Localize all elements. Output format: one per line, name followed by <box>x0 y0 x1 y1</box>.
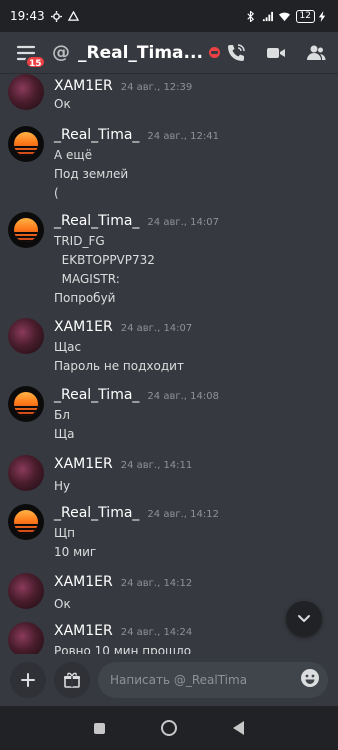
home-button[interactable] <box>161 720 177 736</box>
avatar[interactable] <box>8 212 44 248</box>
video-icon[interactable] <box>266 43 286 63</box>
message-text: Щп <box>54 526 75 540</box>
message-input-container <box>98 662 328 698</box>
channel-header: 15 @ _Real_Timа... <box>0 32 338 74</box>
message-author[interactable]: XAM1ER <box>54 319 113 335</box>
avatar[interactable] <box>8 126 44 162</box>
message-author[interactable]: _Real_Tima_ <box>54 213 139 229</box>
page-title[interactable]: _Real_Timа... <box>78 43 203 63</box>
status-bar: 19:43 12 <box>0 0 338 32</box>
sunset-avatar-image <box>14 510 38 534</box>
message-timestamp: 24 авг., 12:41 <box>147 131 219 142</box>
message-list[interactable]: XAM1ER 24 авг., 12:39 Ок _Real_Tima_ 24 … <box>0 74 338 654</box>
recent-apps-button[interactable] <box>94 722 105 734</box>
avatar[interactable] <box>8 386 44 422</box>
back-button[interactable] <box>233 721 244 735</box>
sunset-avatar-image <box>14 218 38 242</box>
gift-icon <box>64 672 80 688</box>
avatar[interactable] <box>8 455 44 491</box>
message-text: А ещё <box>54 148 93 162</box>
message-timestamp: 24 авг., 12:39 <box>120 82 193 93</box>
battery-indicator: 12 <box>295 9 328 23</box>
message-text: 10 миг <box>54 545 97 559</box>
sunset-avatar-image <box>14 392 38 416</box>
emoji-button[interactable] <box>300 668 320 692</box>
charging-icon <box>318 10 326 22</box>
message-author[interactable]: _Real_Tima_ <box>54 127 139 143</box>
add-attachment-button[interactable] <box>10 662 46 698</box>
system-navigation-bar <box>0 706 338 750</box>
avatar[interactable] <box>8 573 44 609</box>
sunset-avatar-image <box>14 132 38 156</box>
message-timestamp: 24 авг., 14:12 <box>147 509 219 520</box>
message-author[interactable]: XAM1ER <box>54 574 113 590</box>
notification-badge: 15 <box>25 54 46 69</box>
message-text: Бл <box>54 408 70 422</box>
status-time: 19:43 <box>10 9 45 23</box>
call-icon[interactable] <box>226 43 246 63</box>
gift-button[interactable] <box>54 662 90 698</box>
emoji-icon <box>301 669 319 687</box>
battery-level: 12 <box>295 9 315 23</box>
message-composer <box>0 654 338 706</box>
bluetooth-icon <box>246 10 254 22</box>
scroll-to-bottom-button[interactable] <box>286 601 322 637</box>
message-input[interactable] <box>110 673 300 687</box>
message-text: Ровно 10 мин прошло <box>54 644 192 654</box>
message-text: Под землей <box>54 167 129 181</box>
message-text: Ок <box>54 597 71 611</box>
message-timestamp: 24 авг., 14:07 <box>147 217 219 228</box>
message-text: Попробуй <box>54 291 116 305</box>
message-text: Щас <box>54 340 82 354</box>
message-text: Ща <box>54 427 75 441</box>
message-author[interactable]: _Real_Tima_ <box>54 387 139 403</box>
message-timestamp: 24 авг., 14:07 <box>120 323 193 334</box>
message-text: Ок <box>54 97 71 111</box>
chevron-down-icon <box>298 615 310 622</box>
message-text: TRID_FG <box>54 234 105 248</box>
message-timestamp: 24 авг., 14:24 <box>120 627 193 638</box>
settings-icon <box>50 10 62 22</box>
drive-icon <box>67 10 79 21</box>
message-text: ( <box>54 186 59 200</box>
plus-icon <box>21 673 35 687</box>
menu-button[interactable]: 15 <box>12 39 46 69</box>
avatar[interactable] <box>8 74 44 110</box>
message-timestamp: 24 авг., 14:11 <box>120 460 193 471</box>
signal-icon <box>262 11 273 21</box>
message-text: Ну <box>54 479 71 493</box>
message-text: Пароль не подходит <box>54 359 184 373</box>
avatar[interactable] <box>8 504 44 540</box>
message-timestamp: 24 авг., 14:12 <box>120 578 193 589</box>
dnd-status-icon <box>208 47 220 58</box>
members-icon[interactable] <box>306 43 326 63</box>
message-text: EKBTOPPVP732 <box>54 253 155 267</box>
message-author[interactable]: XAM1ER <box>54 456 113 472</box>
at-icon: @ <box>52 42 70 63</box>
message-author[interactable]: XAM1ER <box>54 623 113 639</box>
avatar[interactable] <box>8 622 44 654</box>
message-author[interactable]: _Real_Tima_ <box>54 505 139 521</box>
message-author[interactable]: XAM1ER <box>54 78 113 94</box>
wifi-icon <box>278 12 290 21</box>
message-timestamp: 24 авг., 14:08 <box>147 391 219 402</box>
message-text: MAGISTR: <box>54 272 120 286</box>
avatar[interactable] <box>8 318 44 354</box>
